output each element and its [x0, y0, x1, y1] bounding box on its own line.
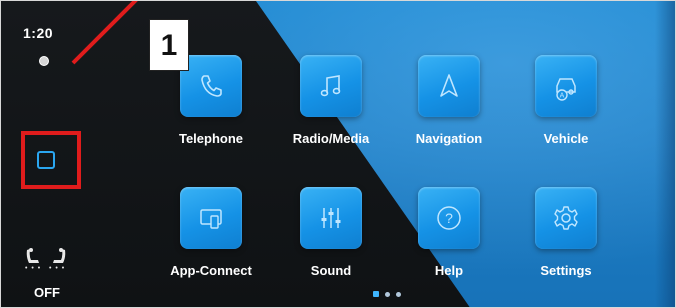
seat-climate-status: OFF	[34, 285, 60, 300]
sound-tile[interactable]	[300, 187, 362, 249]
app-label: Settings	[540, 263, 592, 278]
music-note-icon	[320, 75, 341, 97]
app-vehicle[interactable]: A Vehicle	[506, 55, 626, 146]
settings-tile[interactable]	[535, 187, 597, 249]
gps-status-icon	[39, 56, 49, 66]
app-label: Vehicle	[543, 131, 589, 146]
phone-icon	[201, 75, 222, 97]
app-label: Sound	[310, 263, 352, 278]
left-seat-heat-icon[interactable]: • • •	[25, 247, 43, 272]
app-connect-tile[interactable]	[180, 187, 242, 249]
seat-climate-controls[interactable]: • • • • • •	[25, 247, 67, 272]
app-label: Navigation	[415, 131, 483, 146]
navigation-arrow-icon	[440, 74, 458, 97]
navigation-tile[interactable]	[418, 55, 480, 117]
car-icon: A	[556, 78, 576, 101]
app-label: App-Connect	[170, 263, 252, 278]
page-dot[interactable]	[385, 291, 390, 297]
svg-text:?: ?	[445, 210, 453, 226]
help-tile[interactable]: ?	[418, 187, 480, 249]
vehicle-tile[interactable]: A	[535, 55, 597, 117]
infotainment-screen: 1:20 • • • • • • OFF Telephone Radio/Med…	[0, 0, 676, 308]
screen-edge	[655, 1, 675, 307]
page-dot[interactable]	[396, 291, 401, 297]
question-icon: ?	[437, 206, 461, 230]
svg-text:A: A	[560, 93, 565, 100]
callout-number: 1	[149, 19, 189, 71]
app-label: Help	[434, 263, 464, 278]
app-help[interactable]: ? Help	[389, 187, 509, 278]
app-radio-media[interactable]: Radio/Media	[271, 55, 391, 146]
app-navigation[interactable]: Navigation	[389, 55, 509, 146]
app-sound[interactable]: Sound	[271, 187, 391, 278]
telephone-tile[interactable]	[180, 55, 242, 117]
seat-heat-level: • • •	[25, 265, 42, 272]
seat-heat-level: • • •	[49, 265, 66, 272]
app-label: Radio/Media	[292, 131, 370, 146]
page-indicator[interactable]	[373, 291, 401, 297]
radio-media-tile[interactable]	[300, 55, 362, 117]
app-app-connect[interactable]: App-Connect	[151, 187, 271, 278]
callout-highlight-box	[21, 131, 81, 189]
clock: 1:20	[23, 25, 54, 41]
equalizer-icon	[321, 208, 341, 228]
right-seat-heat-icon[interactable]: • • •	[49, 247, 67, 272]
page-dot-active[interactable]	[373, 291, 379, 297]
app-label: Telephone	[178, 131, 244, 146]
phone-mirror-icon	[200, 209, 222, 229]
gear-icon	[554, 206, 578, 230]
app-settings[interactable]: Settings	[506, 187, 626, 278]
